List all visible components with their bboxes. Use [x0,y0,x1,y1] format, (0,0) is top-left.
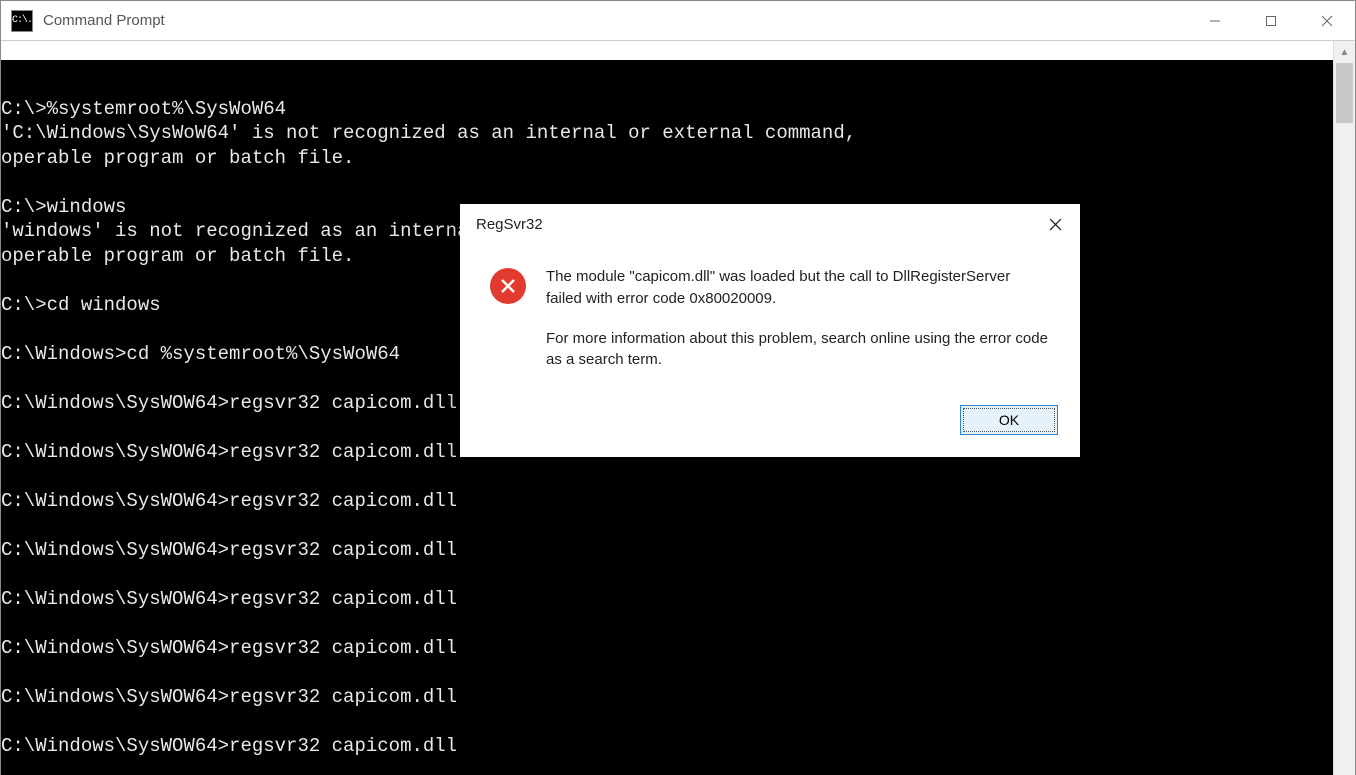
maximize-button[interactable] [1243,1,1299,41]
dialog-message: The module "capicom.dll" was loaded but … [546,266,1050,371]
dialog-titlebar[interactable]: RegSvr32 [460,204,1080,244]
error-icon [490,268,526,304]
regsvr32-dialog: RegSvr32 The module "capicom.dll" was lo… [460,204,1080,457]
cmd-app-icon: C:\. [11,10,33,32]
window-title: Command Prompt [43,12,165,29]
dialog-footer: OK [460,391,1080,457]
minimize-button[interactable] [1187,1,1243,41]
close-button[interactable] [1299,1,1355,41]
scroll-thumb[interactable] [1336,63,1353,123]
vertical-scrollbar[interactable]: ▲ ▼ [1333,41,1355,775]
dialog-message-line2: For more information about this problem,… [546,328,1050,372]
dialog-title: RegSvr32 [476,216,543,233]
scroll-up-arrow[interactable]: ▲ [1334,41,1355,63]
dialog-close-button[interactable] [1030,204,1080,244]
command-prompt-window: C:\. Command Prompt C:\>%systemroot%\Sys… [0,0,1356,775]
dialog-body: The module "capicom.dll" was loaded but … [460,244,1080,391]
ok-button[interactable]: OK [960,405,1058,435]
dialog-message-line1: The module "capicom.dll" was loaded but … [546,266,1050,310]
titlebar[interactable]: C:\. Command Prompt [1,1,1355,41]
